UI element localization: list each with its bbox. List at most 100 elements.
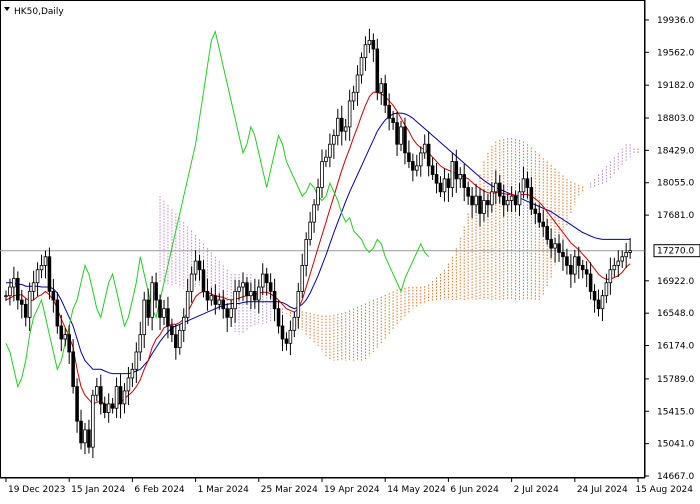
price-bar-body xyxy=(312,204,316,223)
price-bar-body xyxy=(268,282,273,292)
y-tick-label: 14667.0 xyxy=(657,472,694,482)
x-tick-label: 25 Mar 2024 xyxy=(261,485,318,495)
y-tick-label: 18429.0 xyxy=(657,146,694,156)
price-bar-body xyxy=(347,100,352,128)
price-bar-body xyxy=(470,195,474,206)
price-bar-body xyxy=(43,256,48,266)
price-bar-body xyxy=(95,386,99,396)
price-bar-body xyxy=(249,290,253,297)
y-tick-label: 19562.0 xyxy=(657,48,694,58)
price-bar-body xyxy=(620,256,625,262)
price-bar-body xyxy=(584,269,589,275)
price-bar-body xyxy=(110,403,115,409)
price-bar-body xyxy=(280,325,285,340)
price-bar-body xyxy=(418,152,423,167)
price-bar-body xyxy=(351,91,356,102)
price-bar-body xyxy=(87,429,91,448)
x-tick-label: 2 Jul 2024 xyxy=(514,485,559,495)
y-axis: 14667.0 15041.0 15415.0 15789.0 16174.0 16548… xyxy=(644,0,700,482)
price-bar-body xyxy=(533,208,538,214)
y-tick-label: 16548.0 xyxy=(657,309,694,319)
price-bar-body xyxy=(549,239,553,249)
price-bar-body xyxy=(225,308,229,318)
price-bar-body xyxy=(71,351,75,387)
price-bar-body xyxy=(229,308,233,318)
price-bar-body xyxy=(193,260,198,275)
price-bar-body xyxy=(529,187,534,210)
price-bar-body xyxy=(387,104,391,119)
price-bar-body xyxy=(213,295,218,305)
price-bar-body xyxy=(134,351,139,370)
price-bar-body xyxy=(106,403,111,413)
price-bar-body xyxy=(320,161,324,188)
y-tick-label: 19182.0 xyxy=(657,81,694,91)
y-tick-label: 15789.0 xyxy=(657,375,694,385)
price-bar-body xyxy=(438,182,443,193)
price-bar-body xyxy=(379,83,384,93)
x-tick-label: 6 Jun 2024 xyxy=(450,485,499,495)
price-bar-body xyxy=(8,286,12,297)
price-bar-body xyxy=(383,83,387,106)
price-bar-body xyxy=(185,290,190,318)
price-bar-body xyxy=(580,265,585,271)
price-bar-body xyxy=(150,282,154,318)
price-bar-body xyxy=(67,334,71,353)
y-tick-label: 19936.0 xyxy=(657,16,694,26)
price-bar-body xyxy=(612,265,617,271)
price-bar-body xyxy=(178,329,182,349)
price-bar-body xyxy=(375,48,380,93)
price-bar-body xyxy=(99,386,103,405)
price-bar-body xyxy=(343,126,348,132)
price-bar-body xyxy=(359,57,364,76)
price-bar-body xyxy=(237,286,241,292)
symbol-label: HK50,Daily xyxy=(4,7,64,17)
price-bar-body xyxy=(497,182,502,197)
price-bar-body xyxy=(221,299,226,310)
price-bar-body xyxy=(576,256,581,266)
price-bar-body xyxy=(324,156,328,162)
price-bar-body xyxy=(308,221,312,240)
price-bar-body xyxy=(446,178,451,188)
y-tick-label: 18055.0 xyxy=(657,179,694,189)
price-bar-body xyxy=(91,394,95,448)
x-axis: 19 Dec 2023 15 Jan 2024 6 Feb 2024 1 Mar 20… xyxy=(0,477,693,495)
x-tick-label: 19 Apr 2024 xyxy=(324,485,380,495)
price-bar-body xyxy=(521,178,526,193)
price-bar-body xyxy=(458,174,463,180)
price-bar-body xyxy=(138,334,143,353)
price-bar-body xyxy=(336,117,340,136)
price-bar-body xyxy=(501,195,506,206)
price-bar-body xyxy=(27,290,32,318)
price-bar-body xyxy=(367,39,372,46)
price-bar-body xyxy=(411,161,415,171)
y-tick-label: 16922.0 xyxy=(657,277,694,287)
price-bar-body xyxy=(332,135,336,145)
price-bar-body xyxy=(130,368,135,379)
price-bar-body xyxy=(47,256,52,292)
y-tick-label: 17681.0 xyxy=(657,211,694,221)
price-bar-body xyxy=(284,338,289,344)
price-bar-body xyxy=(604,282,609,297)
price-bar-body xyxy=(166,308,170,327)
price-bar-body xyxy=(292,316,297,331)
x-tick-label: 15 Jan 2024 xyxy=(71,485,125,495)
price-bar-body xyxy=(553,243,557,249)
price-bar-body xyxy=(592,290,597,301)
price-bar-body xyxy=(600,295,605,310)
price-bar-body xyxy=(355,74,360,93)
price-bar-body xyxy=(596,299,601,310)
price-bar-body xyxy=(233,290,237,310)
price-bar-body xyxy=(573,256,577,275)
price-bar-body xyxy=(561,252,565,258)
price-bar-body xyxy=(565,256,569,266)
price-bar-body xyxy=(31,282,36,292)
price-bar-body xyxy=(407,152,411,162)
price-bar-body xyxy=(454,161,459,180)
price-bar-body xyxy=(272,290,277,310)
price-bar-body xyxy=(494,182,498,193)
price-bar-body xyxy=(391,117,395,123)
price-bar-body xyxy=(35,269,40,284)
price-bar-body xyxy=(513,195,518,206)
price-bar-body xyxy=(304,239,308,266)
price-bar-body xyxy=(154,282,158,301)
